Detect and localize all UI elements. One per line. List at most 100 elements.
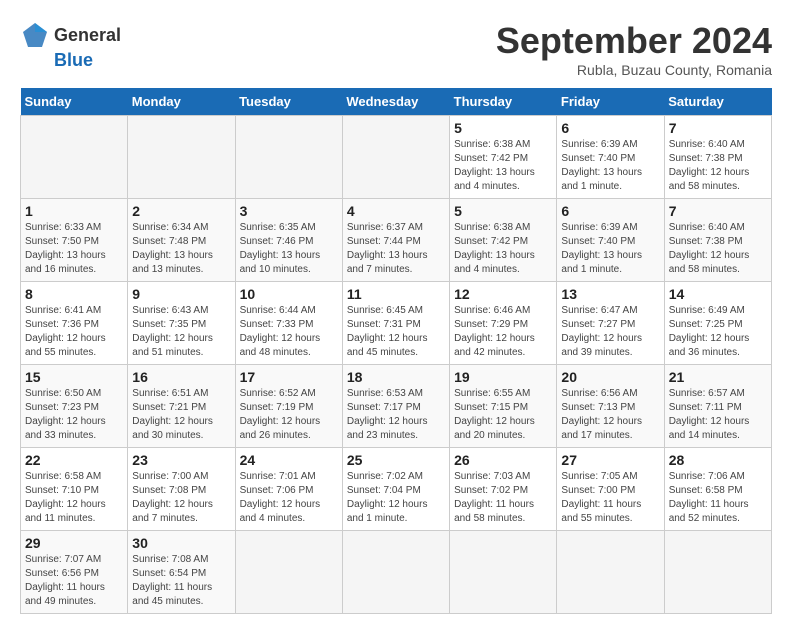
day-detail: Sunrise: 7:01 AMSunset: 7:06 PMDaylight:…: [240, 471, 321, 524]
day-detail: Sunrise: 6:40 AMSunset: 7:38 PMDaylight:…: [669, 139, 750, 192]
calendar-cell: 27 Sunrise: 7:05 AMSunset: 7:00 PMDaylig…: [557, 448, 664, 531]
day-number: 29: [25, 535, 123, 551]
day-number: 22: [25, 452, 123, 468]
day-number: 2: [132, 203, 230, 219]
calendar-week-row: 5 Sunrise: 6:38 AMSunset: 7:42 PMDayligh…: [21, 116, 772, 199]
calendar-table: Sunday Monday Tuesday Wednesday Thursday…: [20, 88, 772, 614]
day-number: 15: [25, 369, 123, 385]
day-detail: Sunrise: 6:51 AMSunset: 7:21 PMDaylight:…: [132, 388, 213, 441]
title-area: September 2024 Rubla, Buzau County, Roma…: [496, 20, 772, 78]
day-number: 26: [454, 452, 552, 468]
logo-icon: [20, 20, 50, 50]
calendar-cell: 23 Sunrise: 7:00 AMSunset: 7:08 PMDaylig…: [128, 448, 235, 531]
calendar-cell: 16 Sunrise: 6:51 AMSunset: 7:21 PMDaylig…: [128, 365, 235, 448]
day-number: 13: [561, 286, 659, 302]
day-number: 19: [454, 369, 552, 385]
calendar-cell: 29 Sunrise: 7:07 AMSunset: 6:56 PMDaylig…: [21, 531, 128, 614]
calendar-cell: [450, 531, 557, 614]
day-detail: Sunrise: 6:52 AMSunset: 7:19 PMDaylight:…: [240, 388, 321, 441]
calendar-cell: 26 Sunrise: 7:03 AMSunset: 7:02 PMDaylig…: [450, 448, 557, 531]
day-number: 7: [669, 120, 767, 136]
logo-general: General: [54, 25, 121, 46]
day-number: 4: [347, 203, 445, 219]
day-detail: Sunrise: 6:39 AMSunset: 7:40 PMDaylight:…: [561, 139, 642, 192]
day-detail: Sunrise: 6:55 AMSunset: 7:15 PMDaylight:…: [454, 388, 535, 441]
calendar-cell: 5 Sunrise: 6:38 AMSunset: 7:42 PMDayligh…: [450, 116, 557, 199]
day-detail: Sunrise: 7:00 AMSunset: 7:08 PMDaylight:…: [132, 471, 213, 524]
calendar-week-row: 15 Sunrise: 6:50 AMSunset: 7:23 PMDaylig…: [21, 365, 772, 448]
day-number: 20: [561, 369, 659, 385]
calendar-cell: 10 Sunrise: 6:44 AMSunset: 7:33 PMDaylig…: [235, 282, 342, 365]
day-number: 9: [132, 286, 230, 302]
calendar-cell: 4 Sunrise: 6:37 AMSunset: 7:44 PMDayligh…: [342, 199, 449, 282]
month-title: September 2024: [496, 20, 772, 62]
day-detail: Sunrise: 6:38 AMSunset: 7:42 PMDaylight:…: [454, 139, 535, 192]
day-number: 10: [240, 286, 338, 302]
day-detail: Sunrise: 6:57 AMSunset: 7:11 PMDaylight:…: [669, 388, 750, 441]
day-detail: Sunrise: 6:47 AMSunset: 7:27 PMDaylight:…: [561, 305, 642, 358]
day-number: 27: [561, 452, 659, 468]
day-number: 23: [132, 452, 230, 468]
col-friday: Friday: [557, 88, 664, 116]
calendar-cell: 7 Sunrise: 6:40 AMSunset: 7:38 PMDayligh…: [664, 116, 771, 199]
col-monday: Monday: [128, 88, 235, 116]
col-saturday: Saturday: [664, 88, 771, 116]
calendar-week-row: 8 Sunrise: 6:41 AMSunset: 7:36 PMDayligh…: [21, 282, 772, 365]
calendar-cell: 20 Sunrise: 6:56 AMSunset: 7:13 PMDaylig…: [557, 365, 664, 448]
calendar-cell: 1 Sunrise: 6:33 AMSunset: 7:50 PMDayligh…: [21, 199, 128, 282]
day-detail: Sunrise: 6:46 AMSunset: 7:29 PMDaylight:…: [454, 305, 535, 358]
calendar-cell: 19 Sunrise: 6:55 AMSunset: 7:15 PMDaylig…: [450, 365, 557, 448]
calendar-cell: 21 Sunrise: 6:57 AMSunset: 7:11 PMDaylig…: [664, 365, 771, 448]
day-detail: Sunrise: 6:37 AMSunset: 7:44 PMDaylight:…: [347, 222, 428, 275]
calendar-cell: 7 Sunrise: 6:40 AMSunset: 7:38 PMDayligh…: [664, 199, 771, 282]
calendar-cell: [342, 531, 449, 614]
day-detail: Sunrise: 6:33 AMSunset: 7:50 PMDaylight:…: [25, 222, 106, 275]
calendar-cell: [235, 116, 342, 199]
day-detail: Sunrise: 6:49 AMSunset: 7:25 PMDaylight:…: [669, 305, 750, 358]
day-detail: Sunrise: 6:56 AMSunset: 7:13 PMDaylight:…: [561, 388, 642, 441]
calendar-cell: 24 Sunrise: 7:01 AMSunset: 7:06 PMDaylig…: [235, 448, 342, 531]
day-number: 16: [132, 369, 230, 385]
calendar-cell: 5 Sunrise: 6:38 AMSunset: 7:42 PMDayligh…: [450, 199, 557, 282]
calendar-cell: [21, 116, 128, 199]
day-detail: Sunrise: 7:07 AMSunset: 6:56 PMDaylight:…: [25, 554, 105, 607]
day-number: 14: [669, 286, 767, 302]
day-detail: Sunrise: 6:41 AMSunset: 7:36 PMDaylight:…: [25, 305, 106, 358]
day-number: 7: [669, 203, 767, 219]
calendar-cell: 9 Sunrise: 6:43 AMSunset: 7:35 PMDayligh…: [128, 282, 235, 365]
day-detail: Sunrise: 6:43 AMSunset: 7:35 PMDaylight:…: [132, 305, 213, 358]
calendar-cell: 11 Sunrise: 6:45 AMSunset: 7:31 PMDaylig…: [342, 282, 449, 365]
calendar-cell: 18 Sunrise: 6:53 AMSunset: 7:17 PMDaylig…: [342, 365, 449, 448]
calendar-cell: [664, 531, 771, 614]
calendar-cell: 17 Sunrise: 6:52 AMSunset: 7:19 PMDaylig…: [235, 365, 342, 448]
day-detail: Sunrise: 6:45 AMSunset: 7:31 PMDaylight:…: [347, 305, 428, 358]
day-number: 1: [25, 203, 123, 219]
calendar-cell: [235, 531, 342, 614]
day-number: 5: [454, 120, 552, 136]
day-detail: Sunrise: 7:05 AMSunset: 7:00 PMDaylight:…: [561, 471, 641, 524]
col-sunday: Sunday: [21, 88, 128, 116]
calendar-cell: 13 Sunrise: 6:47 AMSunset: 7:27 PMDaylig…: [557, 282, 664, 365]
calendar-cell: 14 Sunrise: 6:49 AMSunset: 7:25 PMDaylig…: [664, 282, 771, 365]
calendar-cell: 22 Sunrise: 6:58 AMSunset: 7:10 PMDaylig…: [21, 448, 128, 531]
col-thursday: Thursday: [450, 88, 557, 116]
day-detail: Sunrise: 6:53 AMSunset: 7:17 PMDaylight:…: [347, 388, 428, 441]
calendar-week-row: 29 Sunrise: 7:07 AMSunset: 6:56 PMDaylig…: [21, 531, 772, 614]
day-number: 5: [454, 203, 552, 219]
day-detail: Sunrise: 6:40 AMSunset: 7:38 PMDaylight:…: [669, 222, 750, 275]
day-detail: Sunrise: 7:08 AMSunset: 6:54 PMDaylight:…: [132, 554, 212, 607]
day-number: 12: [454, 286, 552, 302]
calendar-cell: 30 Sunrise: 7:08 AMSunset: 6:54 PMDaylig…: [128, 531, 235, 614]
calendar-cell: 15 Sunrise: 6:50 AMSunset: 7:23 PMDaylig…: [21, 365, 128, 448]
day-detail: Sunrise: 7:06 AMSunset: 6:58 PMDaylight:…: [669, 471, 749, 524]
col-wednesday: Wednesday: [342, 88, 449, 116]
calendar-cell: [342, 116, 449, 199]
calendar-header-row: Sunday Monday Tuesday Wednesday Thursday…: [21, 88, 772, 116]
day-number: 25: [347, 452, 445, 468]
day-number: 30: [132, 535, 230, 551]
calendar-cell: 8 Sunrise: 6:41 AMSunset: 7:36 PMDayligh…: [21, 282, 128, 365]
calendar-cell: 2 Sunrise: 6:34 AMSunset: 7:48 PMDayligh…: [128, 199, 235, 282]
calendar-cell: 25 Sunrise: 7:02 AMSunset: 7:04 PMDaylig…: [342, 448, 449, 531]
calendar-cell: 6 Sunrise: 6:39 AMSunset: 7:40 PMDayligh…: [557, 116, 664, 199]
day-number: 18: [347, 369, 445, 385]
